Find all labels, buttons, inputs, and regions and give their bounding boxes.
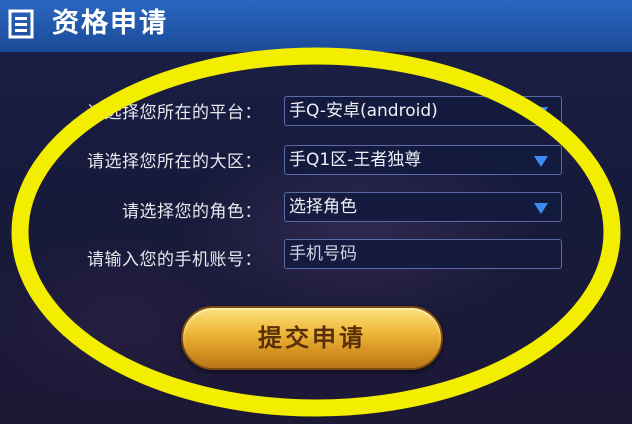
list-document-icon <box>8 9 34 39</box>
dropdown-arrow-icon <box>534 156 548 167</box>
region-select-value: 手Q1区-王者独尊 <box>289 150 422 170</box>
role-select-value: 选择角色 <box>289 197 357 217</box>
platform-select[interactable]: 手Q-安卓(android) <box>284 96 562 126</box>
page-header: 资格申请 <box>0 0 632 52</box>
platform-select-value: 手Q-安卓(android) <box>289 101 438 121</box>
submit-button[interactable]: 提交申请 <box>181 306 443 370</box>
phone-input-placeholder: 手机号码 <box>289 244 357 264</box>
dropdown-arrow-icon <box>534 107 548 118</box>
region-label: 请选择您所在的大区： <box>87 152 262 172</box>
region-select[interactable]: 手Q1区-王者独尊 <box>284 145 562 175</box>
platform-label: 请选择您所在的平台： <box>87 103 262 123</box>
phone-input[interactable]: 手机号码 <box>284 239 562 269</box>
role-label: 请选择您的角色： <box>122 202 262 222</box>
phone-label: 请输入您的手机账号： <box>87 250 262 270</box>
page-title: 资格申请 <box>52 8 168 39</box>
dropdown-arrow-icon <box>534 203 548 214</box>
role-select[interactable]: 选择角色 <box>284 192 562 222</box>
